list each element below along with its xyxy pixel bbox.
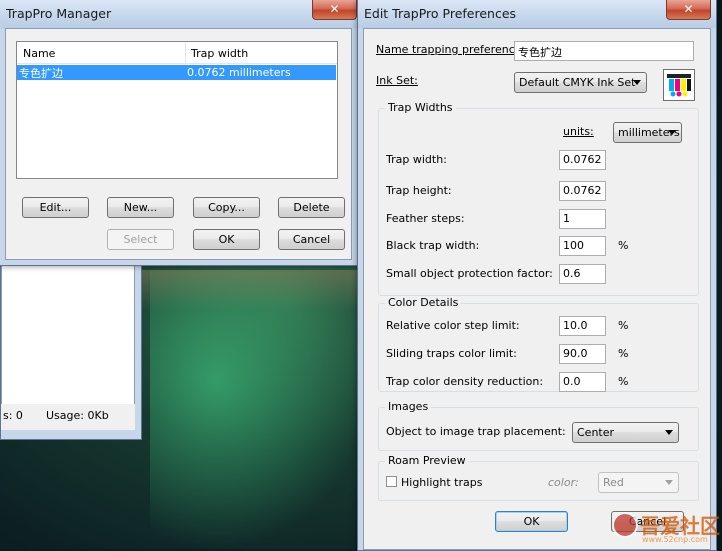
- feather-steps-label: Feather steps:: [386, 212, 465, 225]
- watermark-logo: 吾爱社区 www.52cnp.com: [612, 510, 720, 548]
- table-row[interactable]: 专色扩边 0.0762 millimeters: [17, 65, 336, 80]
- density-reduction-input[interactable]: 0.0: [559, 372, 606, 392]
- edit-button[interactable]: Edit...: [22, 197, 89, 218]
- roam-preview-title: Roam Preview: [385, 454, 469, 467]
- relative-step-label: Relative color step limit:: [386, 319, 520, 332]
- relative-step-input[interactable]: 10.0: [559, 316, 606, 336]
- trappro-preferences-window[interactable]: Edit TrapPro Preferences ✕ Name trapping…: [357, 0, 717, 551]
- color-details-title: Color Details: [385, 296, 462, 309]
- highlight-traps-checkbox[interactable]: [386, 476, 397, 487]
- highlight-traps-label[interactable]: Highlight traps: [401, 476, 482, 489]
- trap-height-label: Trap height:: [386, 184, 452, 197]
- prefs-client: Name trapping preferences: 专色扩边 Ink Set:…: [363, 28, 711, 550]
- units-select[interactable]: millimeters: [613, 122, 682, 143]
- roam-color-label: color:: [548, 476, 579, 489]
- trap-width-label: Trap width:: [386, 153, 447, 166]
- chevron-down-icon: [633, 80, 641, 85]
- roam-color-select[interactable]: Red: [598, 472, 679, 493]
- prefs-close-button[interactable]: ✕: [666, 0, 711, 20]
- black-trap-percent: %: [618, 239, 629, 252]
- manager-close-button[interactable]: ✕: [312, 0, 357, 20]
- trap-placement-label: Object to image trap placement:: [386, 425, 566, 438]
- trap-height-input[interactable]: 0.0762: [559, 181, 606, 201]
- name-trapping-input[interactable]: 专色扩边: [514, 41, 694, 61]
- ink-bottles-icon: [667, 74, 691, 97]
- manager-ok-button[interactable]: OK: [193, 229, 260, 250]
- watermark-url: www.52cnp.com: [642, 535, 708, 544]
- density-reduction-percent: %: [618, 375, 629, 388]
- manager-cancel-button[interactable]: Cancel: [278, 229, 345, 250]
- header-name[interactable]: Name: [23, 47, 55, 60]
- trap-widths-title: Trap Widths: [385, 101, 456, 114]
- header-trap-width[interactable]: Trap width: [191, 47, 248, 60]
- images-group: Images Object to image trap placement: C…: [378, 400, 699, 451]
- black-trap-width-input[interactable]: 100: [559, 236, 606, 256]
- sliding-traps-input[interactable]: 90.0: [559, 344, 606, 364]
- inkset-value: Default CMYK Ink Set: [519, 76, 636, 89]
- copy-button[interactable]: Copy...: [193, 197, 260, 218]
- roam-color-value: Red: [603, 476, 624, 489]
- trap-widths-group: Trap Widths units: millimeters Trap widt…: [378, 101, 699, 296]
- manager-client: Name Trap width 专色扩边 0.0762 millimeters …: [5, 28, 352, 260]
- images-title: Images: [385, 400, 432, 413]
- sliding-traps-label: Sliding traps color limit:: [386, 347, 517, 360]
- trap-list-header: Name Trap width: [17, 42, 337, 64]
- small-object-label: Small object protection factor:: [386, 267, 553, 280]
- inkset-label: Ink Set:: [376, 74, 418, 87]
- sliding-traps-percent: %: [618, 347, 629, 360]
- status-count: s: 0: [3, 409, 23, 422]
- small-object-input[interactable]: 0.6: [559, 264, 606, 284]
- prefs-title: Edit TrapPro Preferences: [364, 6, 517, 21]
- density-reduction-label: Trap color density reduction:: [386, 375, 544, 388]
- trap-list[interactable]: Name Trap width 专色扩边 0.0762 millimeters: [16, 41, 338, 179]
- ink-set-edit-button[interactable]: [663, 69, 695, 101]
- background-window[interactable]: s: 0 Usage: 0Kb: [0, 250, 142, 440]
- delete-button[interactable]: Delete: [278, 197, 345, 218]
- feather-steps-input[interactable]: 1: [559, 209, 606, 229]
- manager-title: TrapPro Manager: [6, 6, 112, 21]
- header-divider[interactable]: [185, 42, 186, 63]
- trap-width-input[interactable]: 0.0762: [559, 150, 606, 170]
- background-window-client: [1, 251, 135, 405]
- black-trap-width-label: Black trap width:: [386, 239, 480, 252]
- new-button[interactable]: New...: [107, 197, 174, 218]
- sky-band: [140, 270, 360, 310]
- background-status-bar: s: 0 Usage: 0Kb: [1, 404, 135, 430]
- chevron-down-icon: [665, 480, 673, 485]
- row-trap-width: 0.0762 millimeters: [187, 66, 291, 79]
- name-trapping-label: Name trapping preferences:: [376, 43, 531, 56]
- aurora-background: [150, 270, 370, 550]
- trap-placement-value: Center: [577, 426, 615, 439]
- prefs-ok-button[interactable]: OK: [495, 511, 568, 532]
- watermark-badge: [612, 512, 638, 538]
- inkset-select[interactable]: Default CMYK Ink Set: [514, 72, 647, 93]
- chevron-down-icon: [668, 130, 676, 135]
- status-usage: Usage: 0Kb: [46, 409, 109, 422]
- close-icon: ✕: [683, 2, 694, 16]
- select-button[interactable]: Select: [107, 229, 174, 250]
- trap-placement-select[interactable]: Center: [572, 422, 679, 443]
- row-name: 专色扩边: [19, 67, 63, 80]
- trappro-manager-window[interactable]: TrapPro Manager ✕ Name Trap width 专色扩边 0…: [0, 0, 358, 266]
- chevron-down-icon: [665, 430, 673, 435]
- close-icon: ✕: [329, 2, 340, 16]
- relative-step-percent: %: [618, 319, 629, 332]
- units-label: units:: [563, 125, 594, 138]
- roam-preview-group: Roam Preview Highlight traps color: Red: [378, 454, 699, 501]
- manager-titlebar[interactable]: TrapPro Manager ✕: [0, 0, 357, 28]
- prefs-titlebar[interactable]: Edit TrapPro Preferences ✕: [358, 0, 716, 28]
- color-details-group: Color Details Relative color step limit:…: [378, 296, 699, 392]
